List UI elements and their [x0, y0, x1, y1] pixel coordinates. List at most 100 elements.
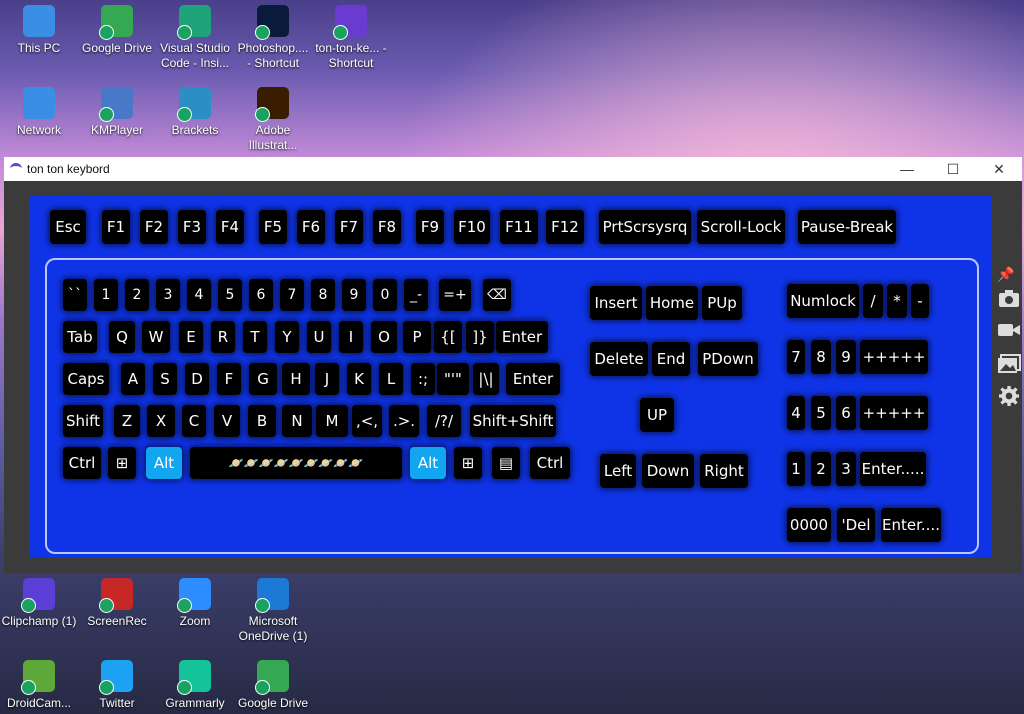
key-symbol[interactable]: ⊞	[454, 447, 482, 479]
key-symbol[interactable]: |\|	[473, 363, 499, 395]
key-n[interactable]: N	[282, 405, 312, 437]
key-symbol[interactable]: /?/	[427, 405, 461, 437]
key-2[interactable]: 2	[811, 452, 831, 486]
key-pdown[interactable]: PDown	[698, 342, 758, 376]
key-f5[interactable]: F5	[259, 210, 287, 244]
key-shift-shift[interactable]: Shift+Shift	[470, 405, 556, 437]
key-1[interactable]: 1	[94, 279, 118, 311]
key-f8[interactable]: F8	[373, 210, 401, 244]
key-delete[interactable]: Delete	[590, 342, 648, 376]
key-w[interactable]: W	[142, 321, 170, 353]
key-0000[interactable]: 0000	[787, 508, 831, 542]
key-home[interactable]: Home	[646, 286, 698, 320]
key-v[interactable]: V	[214, 405, 240, 437]
key-f4[interactable]: F4	[216, 210, 244, 244]
key-symbol[interactable]: *	[887, 284, 907, 318]
key-5[interactable]: 5	[811, 396, 831, 430]
key-symbol[interactable]: 🪐🪐🪐🪐🪐🪐🪐🪐🪐	[190, 447, 402, 479]
key-7[interactable]: 7	[787, 340, 805, 374]
key-l[interactable]: L	[379, 363, 403, 395]
key-tab[interactable]: Tab	[63, 321, 97, 353]
key-9[interactable]: 9	[342, 279, 366, 311]
key-down[interactable]: Down	[642, 454, 694, 488]
desktop-icon-screenrec[interactable]: ScreenRec	[78, 578, 156, 629]
gallery-icon[interactable]	[997, 354, 1021, 374]
key-ctrl[interactable]: Ctrl	[530, 447, 570, 479]
key-symbol[interactable]: ,<,	[352, 405, 382, 437]
key-alt[interactable]: Alt	[410, 447, 446, 479]
key-f1[interactable]: F1	[102, 210, 130, 244]
key-numlock[interactable]: Numlock	[787, 284, 859, 318]
key-symbol[interactable]: ``	[63, 279, 87, 311]
key-g[interactable]: G	[249, 363, 277, 395]
key-0[interactable]: 0	[373, 279, 397, 311]
key-pup[interactable]: PUp	[702, 286, 742, 320]
key-prtscrsysrq[interactable]: PrtScrsysrq	[599, 210, 691, 244]
desktop-icon-this-pc[interactable]: This PC	[0, 5, 78, 56]
key-symbol[interactable]: {[	[434, 321, 462, 353]
video-camera-icon[interactable]	[997, 320, 1021, 340]
key-symbol[interactable]: =+	[439, 279, 471, 311]
key-symbol[interactable]: _-	[404, 279, 428, 311]
key-6[interactable]: 6	[249, 279, 273, 311]
key-f6[interactable]: F6	[297, 210, 325, 244]
key-k[interactable]: K	[347, 363, 371, 395]
key-3[interactable]: 3	[156, 279, 180, 311]
key-h[interactable]: H	[282, 363, 310, 395]
desktop-icon-google-drive[interactable]: Google Drive	[234, 660, 312, 711]
desktop-icon-microsoft-onedrive-1[interactable]: Microsoft OneDrive (1)	[234, 578, 312, 644]
key-scroll-lock[interactable]: Scroll-Lock	[697, 210, 785, 244]
key-symbol[interactable]: ⊞	[108, 447, 136, 479]
desktop-icon-ton-ton-ke-shortcut[interactable]: ton-ton-ke... - Shortcut	[312, 5, 390, 71]
key-caps[interactable]: Caps	[63, 363, 109, 395]
key-enter[interactable]: Enter.....	[860, 452, 926, 486]
key-shift[interactable]: Shift	[63, 405, 103, 437]
key-symbol[interactable]: +++++	[860, 340, 928, 374]
key-f12[interactable]: F12	[546, 210, 584, 244]
key-8[interactable]: 8	[811, 340, 831, 374]
key-c[interactable]: C	[182, 405, 206, 437]
key-insert[interactable]: Insert	[590, 286, 642, 320]
maximize-button[interactable]: ☐	[930, 157, 976, 181]
key-a[interactable]: A	[121, 363, 145, 395]
key-f10[interactable]: F10	[454, 210, 490, 244]
key-9[interactable]: 9	[836, 340, 856, 374]
key-t[interactable]: T	[243, 321, 267, 353]
key-q[interactable]: Q	[109, 321, 135, 353]
pin-icon[interactable]: 📌	[997, 266, 1021, 286]
key-8[interactable]: 8	[311, 279, 335, 311]
key-j[interactable]: J	[315, 363, 339, 395]
key-up[interactable]: UP	[640, 398, 674, 432]
key-6[interactable]: 6	[836, 396, 856, 430]
key-u[interactable]: U	[307, 321, 331, 353]
key-r[interactable]: R	[211, 321, 235, 353]
key-2[interactable]: 2	[125, 279, 149, 311]
key-right[interactable]: Right	[700, 454, 748, 488]
key-4[interactable]: 4	[787, 396, 805, 430]
key-3[interactable]: 3	[836, 452, 856, 486]
key-symbol[interactable]: ▤	[492, 447, 520, 479]
key-enter[interactable]: Enter....	[881, 508, 941, 542]
minimize-button[interactable]: —	[884, 157, 930, 181]
key-f11[interactable]: F11	[500, 210, 538, 244]
key-enter[interactable]: Enter	[496, 321, 548, 353]
desktop-icon-brackets[interactable]: Brackets	[156, 87, 234, 138]
desktop-icon-adobe-illustrat[interactable]: Adobe Illustrat...	[234, 87, 312, 153]
key-symbol[interactable]: ⌫	[483, 279, 511, 311]
key-z[interactable]: Z	[114, 405, 140, 437]
key-symbol[interactable]: -	[911, 284, 929, 318]
desktop-icon-clipchamp-1[interactable]: Clipchamp (1)	[0, 578, 78, 629]
key-symbol[interactable]: "'"	[437, 363, 469, 395]
key-end[interactable]: End	[652, 342, 690, 376]
key-del[interactable]: 'Del	[837, 508, 875, 542]
desktop-icon-photoshop-shortcut[interactable]: Photoshop.... - Shortcut	[234, 5, 312, 71]
key-symbol[interactable]: :;	[411, 363, 435, 395]
key-s[interactable]: S	[153, 363, 177, 395]
key-left[interactable]: Left	[600, 454, 636, 488]
key-enter[interactable]: Enter	[506, 363, 560, 395]
desktop-icon-grammarly[interactable]: Grammarly	[156, 660, 234, 711]
close-button[interactable]: ✕	[976, 157, 1022, 181]
key-o[interactable]: O	[371, 321, 397, 353]
desktop-icon-visual-studio-code-insi[interactable]: Visual Studio Code - Insi...	[156, 5, 234, 71]
key-5[interactable]: 5	[218, 279, 242, 311]
